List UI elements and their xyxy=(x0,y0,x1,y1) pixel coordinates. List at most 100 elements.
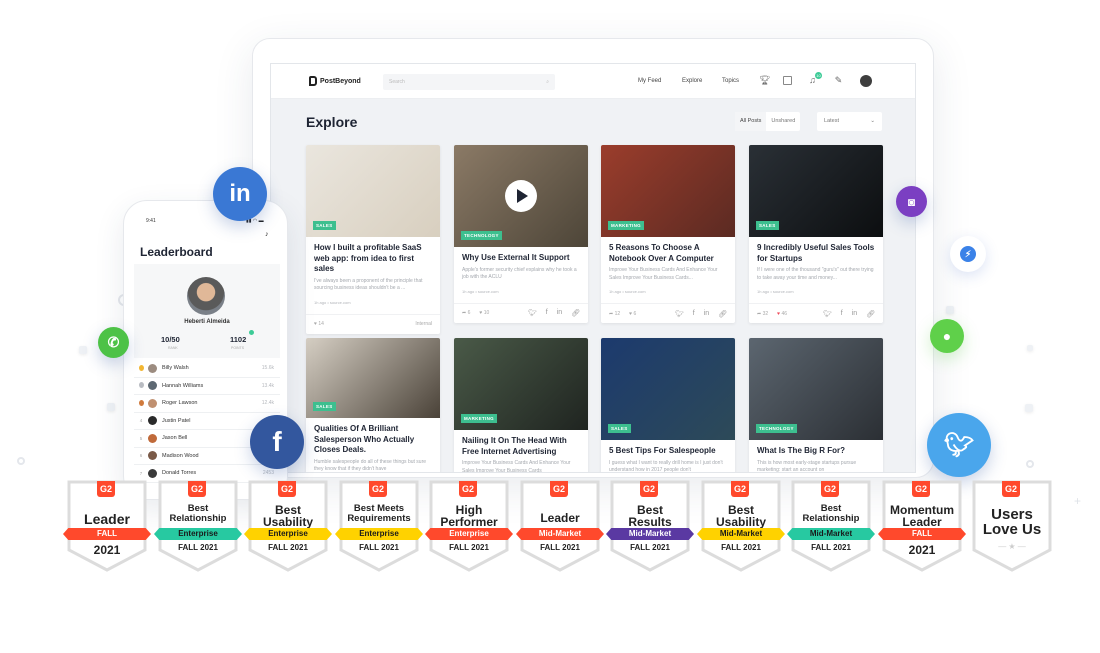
player-points: 15.6k xyxy=(261,365,274,372)
leaderboard-row[interactable]: Roger Lawson 12.4k xyxy=(134,395,280,413)
twitter-share-icon[interactable]: 🐦︎ xyxy=(528,309,537,317)
category-tag: MARKETING xyxy=(608,221,644,230)
bell-icon[interactable]: ♪ xyxy=(265,231,269,238)
badge-season: 2021 xyxy=(93,543,121,557)
post-title[interactable]: How I built a profitable SaaS web app: f… xyxy=(306,237,440,275)
facebook-share-icon[interactable]: f xyxy=(693,310,695,318)
post-footer: ♥ 14 Internal xyxy=(306,313,440,334)
rank-number: 6 xyxy=(139,453,143,459)
post-image[interactable]: SALES xyxy=(749,145,883,237)
badge-segment: Mid-Market xyxy=(787,528,875,540)
nav-my-feed[interactable]: My Feed xyxy=(638,78,661,84)
logo-icon xyxy=(309,76,317,86)
post-card[interactable]: MARKETING 5 Reasons To Choose A Notebook … xyxy=(601,145,735,323)
post-image[interactable]: TECHNOLOGY xyxy=(749,338,883,440)
post-card[interactable]: TECHNOLOGY Why Use External It Support App… xyxy=(454,145,588,323)
post-title[interactable]: Why Use External It Support xyxy=(454,247,588,264)
post-image[interactable]: TECHNOLOGY xyxy=(454,145,588,247)
link-icon[interactable]: 🔗︎ xyxy=(571,309,580,317)
twitter-share-icon[interactable]: 🐦︎ xyxy=(675,310,684,318)
post-card[interactable]: TECHNOLOGY What Is The Big R For? This is … xyxy=(749,338,883,472)
post-card[interactable]: SALES 5 Best Tips For Salespeople I guess … xyxy=(601,338,735,472)
post-description: Improve Your Business Cards And Enhance … xyxy=(462,460,571,473)
post-image[interactable]: SALES xyxy=(601,338,735,440)
app-screen: PostBeyond Search ⌕ My Feed Explore Topic… xyxy=(270,63,916,473)
link-icon[interactable]: 🔗︎ xyxy=(866,310,875,318)
badge-segment: Enterprise xyxy=(425,528,513,540)
g2-badge: G2 Best Usability Mid-Market FALL 2021 xyxy=(697,480,785,572)
post-card[interactable]: SALES Qualities Of A Brilliant Salesperso… xyxy=(306,338,440,472)
player-name: Billy Walsh xyxy=(162,365,189,372)
medal-icon xyxy=(134,382,148,389)
player-name: Donald Torres xyxy=(162,470,197,477)
facebook-icon: f xyxy=(250,415,304,469)
play-button[interactable] xyxy=(505,180,537,212)
post-meta: 1h ago • source.com xyxy=(314,299,351,305)
post-image[interactable]: MARKETING xyxy=(454,338,588,430)
g2-logo-icon: G2 xyxy=(459,481,477,497)
facebook-share-icon[interactable]: f xyxy=(841,310,843,318)
nav-topics[interactable]: Topics xyxy=(722,78,739,84)
badge-season: FALL 2021 xyxy=(811,543,851,552)
like-count[interactable]: ♥ 14 xyxy=(314,321,324,327)
leaderboard-row[interactable]: Hannah Williams 13.4k xyxy=(134,378,280,395)
heart-icon: ♥ xyxy=(479,310,483,316)
badge-segment: Enterprise xyxy=(244,528,332,540)
top-navbar: PostBeyond Search ⌕ My Feed Explore Topic… xyxy=(271,64,915,99)
post-title[interactable]: 5 Best Tips For Salespeople xyxy=(601,440,735,457)
like-count[interactable]: ♥ 10 xyxy=(479,310,489,316)
avatar xyxy=(148,433,157,443)
like-count[interactable]: ♥ 46 xyxy=(777,311,787,317)
linkedin-icon: in xyxy=(213,167,267,221)
leaderboard-row[interactable]: Billy Walsh 15.6k xyxy=(134,360,280,378)
post-title[interactable]: Qualities Of A Brilliant Salesperson Who… xyxy=(306,418,440,456)
brand-logo[interactable]: PostBeyond xyxy=(309,76,361,86)
linkedin-share-icon[interactable]: in xyxy=(557,309,562,317)
post-title[interactable]: 5 Reasons To Choose A Notebook Over A Co… xyxy=(601,237,735,264)
post-title[interactable]: Nailing It On The Head With Free Interne… xyxy=(454,430,588,457)
post-image[interactable]: SALES xyxy=(306,338,440,418)
user-avatar[interactable] xyxy=(860,75,872,87)
rank-number: 7 xyxy=(139,470,143,476)
linkedin-share-icon[interactable]: in xyxy=(852,310,857,318)
points-label: POINTS xyxy=(231,346,245,350)
post-footer: ➦ 32 ♥ 46 🐦︎ f in 🔗︎ xyxy=(749,303,883,323)
post-title[interactable]: What Is The Big R For? xyxy=(749,440,883,457)
linkedin-share-icon[interactable]: in xyxy=(704,310,709,318)
badge-segment: Mid-Market xyxy=(606,528,694,540)
badge-segment: Mid-Market xyxy=(697,528,785,540)
status-time: 9:41 xyxy=(146,218,156,224)
trophy-icon[interactable]: 🏆︎ xyxy=(759,75,770,86)
heart-icon: ♥ xyxy=(314,321,317,327)
avatar xyxy=(148,363,157,373)
post-image[interactable]: MARKETING xyxy=(601,145,735,237)
sort-select[interactable]: Latest ⌄ xyxy=(817,112,882,131)
post-title[interactable]: 9 Incredibly Useful Sales Tools for Star… xyxy=(749,237,883,264)
category-tag: TECHNOLOGY xyxy=(461,231,502,240)
post-card[interactable]: SALES How I built a profitable SaaS web a… xyxy=(306,145,440,334)
link-icon[interactable]: 🔗︎ xyxy=(718,310,727,318)
chevron-down-icon: ⌄ xyxy=(870,118,875,124)
post-card[interactable]: SALES 9 Incredibly Useful Sales Tools for… xyxy=(749,145,883,323)
user-name: Heberti Almeida xyxy=(184,319,230,325)
facebook-share-icon[interactable]: f xyxy=(546,309,548,317)
like-count[interactable]: ♥ 6 xyxy=(629,311,636,317)
twitter-share-icon[interactable]: 🐦︎ xyxy=(823,310,832,318)
filter-unshared[interactable]: Unshared xyxy=(766,112,800,131)
decor-ring xyxy=(1026,460,1034,468)
filter-all-posts[interactable]: All Posts xyxy=(735,112,767,131)
badge-title: High Performer xyxy=(440,503,498,529)
compose-icon[interactable]: ✎ xyxy=(833,75,844,86)
search-input[interactable]: Search ⌕ xyxy=(383,74,555,90)
post-filter-toggle: All Posts Unshared xyxy=(735,112,801,131)
badge-title: Best Usability xyxy=(262,503,313,529)
nav-explore[interactable]: Explore xyxy=(682,78,702,84)
post-image[interactable]: SALES xyxy=(306,145,440,237)
share-count: ➦ 12 xyxy=(609,310,621,317)
post-card[interactable]: MARKETING Nailing It On The Head With Fre… xyxy=(454,338,588,473)
post-meta: 1h ago • source.com xyxy=(757,289,794,294)
calendar-icon[interactable] xyxy=(783,76,792,85)
leaderboard-title: Leaderboard xyxy=(140,245,213,259)
bell-icon[interactable]: ♫ 10 xyxy=(807,72,822,86)
heart-icon: ♥ xyxy=(629,310,633,317)
